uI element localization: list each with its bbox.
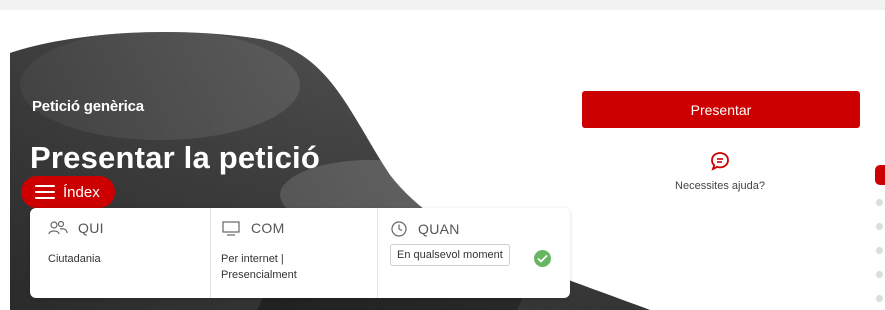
column-value: Ciutadania: [48, 253, 101, 265]
info-column-how: COM Per internet | Presencialment: [211, 208, 378, 298]
monitor-icon: [222, 221, 240, 236]
column-value-line: Presencialment: [221, 269, 297, 281]
section-dot[interactable]: [876, 295, 883, 302]
top-strip: [0, 0, 885, 10]
info-column-when: QUAN En qualsevol moment: [378, 208, 570, 298]
section-dot[interactable]: [876, 199, 883, 206]
people-icon: [48, 220, 68, 235]
info-column-who: QUI Ciutadania: [30, 208, 211, 298]
menu-icon: [35, 185, 55, 199]
info-card: QUI Ciutadania COM Per internet | Presen…: [30, 208, 570, 298]
index-button-label: Índex: [63, 183, 100, 201]
column-heading: QUI: [78, 220, 104, 236]
index-button[interactable]: Índex: [21, 176, 115, 208]
breadcrumb[interactable]: Petició genèrica: [32, 98, 144, 115]
section-dot[interactable]: [876, 223, 883, 230]
help-link[interactable]: Necessites ajuda?: [664, 180, 776, 192]
column-heading: COM: [251, 220, 285, 236]
section-dot[interactable]: [876, 271, 883, 278]
present-button[interactable]: Presentar: [582, 91, 860, 128]
page-title: Presentar la petició: [30, 140, 321, 175]
availability-chip: En qualsevol moment: [390, 244, 510, 266]
section-dot[interactable]: [876, 247, 883, 254]
section-dot-active[interactable]: [875, 165, 885, 185]
check-circle-icon: [534, 250, 551, 267]
column-value-line: Per internet |: [221, 253, 284, 265]
clock-icon: [391, 221, 407, 237]
chat-bubble-icon[interactable]: [710, 151, 730, 171]
column-heading: QUAN: [418, 221, 460, 237]
column-value: Per internet | Presencialment: [221, 251, 297, 283]
